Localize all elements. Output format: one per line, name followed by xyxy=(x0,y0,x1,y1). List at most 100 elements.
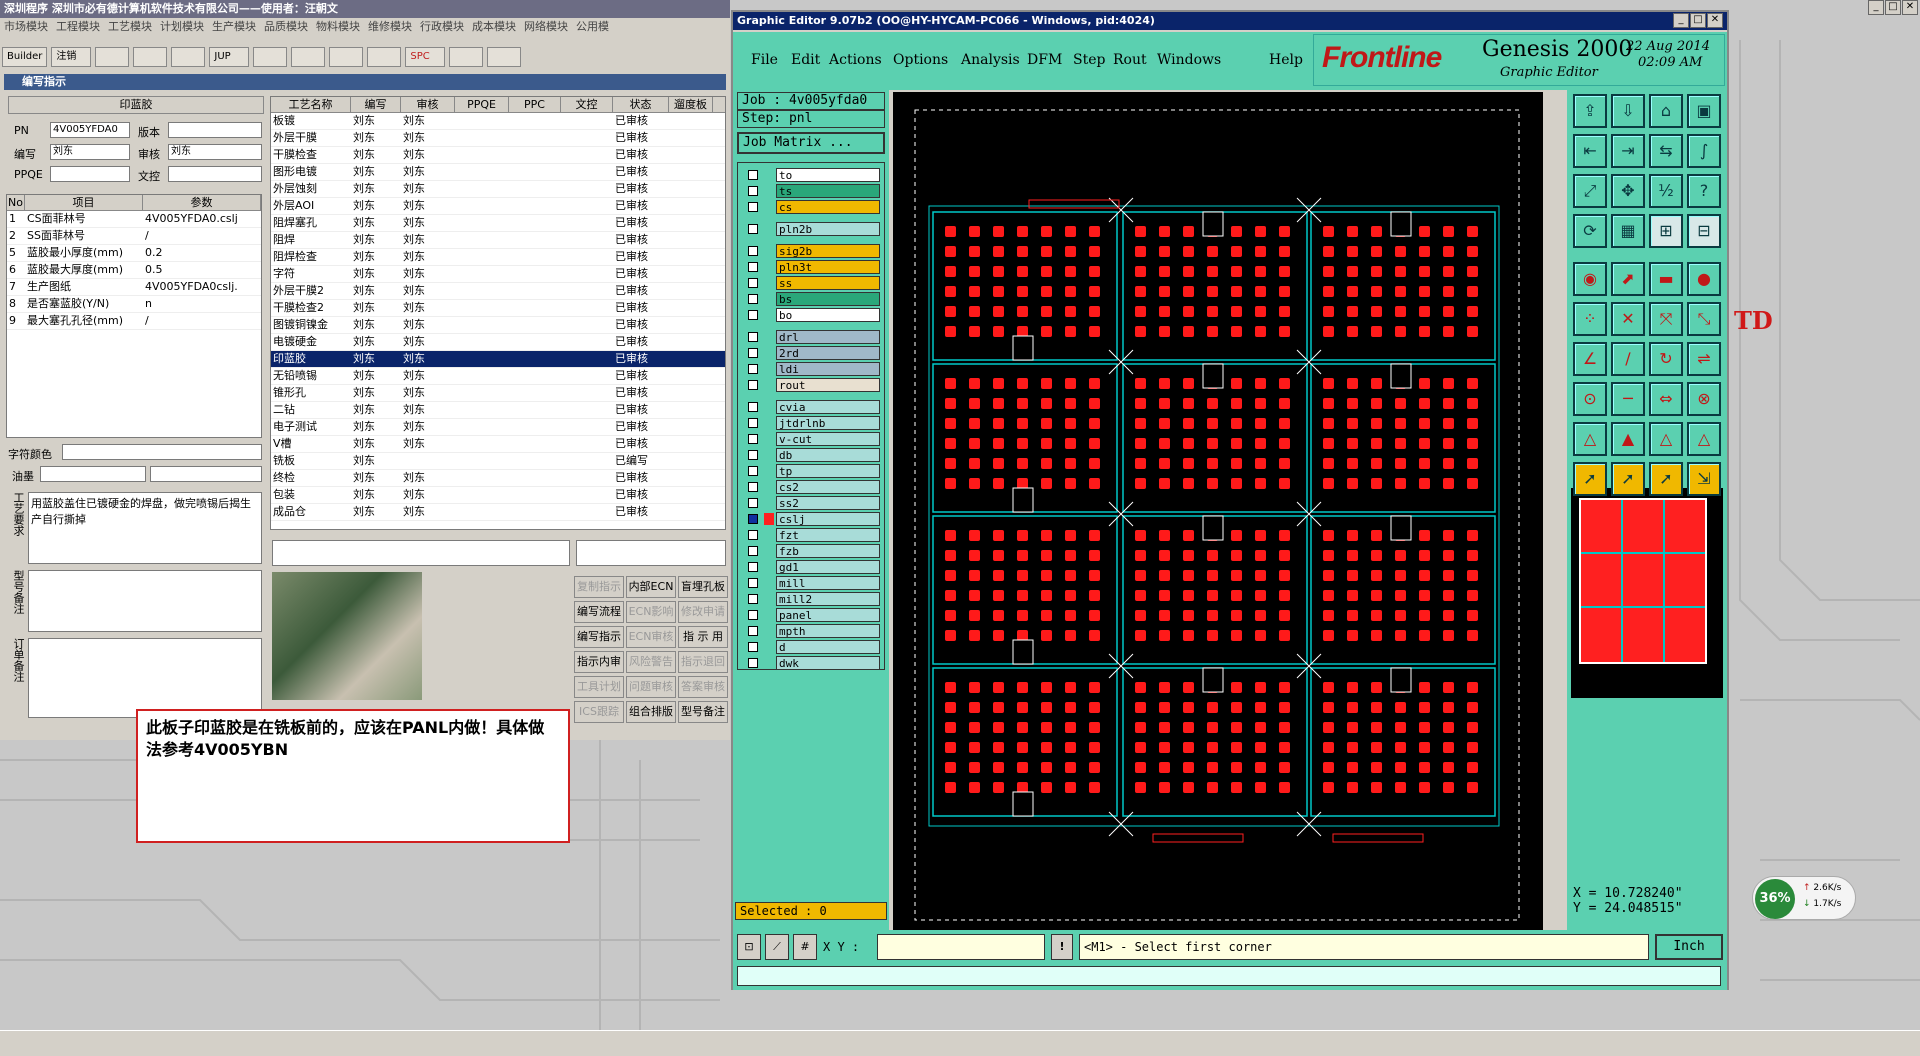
ink-field-2[interactable] xyxy=(150,466,262,482)
writer-field[interactable]: 刘东 xyxy=(50,144,130,160)
alert-icon[interactable]: ! xyxy=(1051,934,1073,960)
layer-row[interactable]: panel xyxy=(744,607,884,623)
action-button[interactable]: 型号备注 xyxy=(678,701,728,723)
tool-icon[interactable]: ⇲ xyxy=(1687,462,1721,496)
mes-menu-item[interactable]: 市场模块 xyxy=(0,18,52,36)
tool-icon[interactable]: ⬈ xyxy=(1611,262,1645,296)
tool-icon[interactable]: ⤡ xyxy=(1687,302,1721,336)
params-row[interactable]: 2 SS面菲林号 / xyxy=(7,228,261,245)
layer-checkbox[interactable] xyxy=(748,578,758,588)
layer-row[interactable]: v-cut xyxy=(744,431,884,447)
action-button[interactable]: 编写流程 xyxy=(574,601,624,623)
action-button[interactable]: ICS跟踪 xyxy=(574,701,624,723)
layer-checkbox[interactable] xyxy=(748,310,758,320)
layer-checkbox[interactable] xyxy=(748,202,758,212)
layer-row[interactable]: bo xyxy=(744,307,884,323)
action-button[interactable]: 编写指示 xyxy=(574,626,624,648)
toolbar-button[interactable]: 注销 xyxy=(51,47,92,67)
menu-rout[interactable]: Rout xyxy=(1113,52,1147,68)
process-row[interactable]: 干膜检查2 刘东 刘东 已审核 xyxy=(271,300,725,317)
maximize-button[interactable]: □ xyxy=(1690,13,1706,28)
mes-menu-item[interactable]: 行政模块 xyxy=(416,18,468,36)
action-button[interactable]: 复制指示 xyxy=(574,576,624,598)
tool-icon[interactable]: ⊗ xyxy=(1687,382,1721,416)
net-meter[interactable]: 36% ↑ 2.6K/s ↓ 1.7K/s xyxy=(1752,876,1856,920)
unit-select[interactable]: Inch xyxy=(1655,934,1723,960)
process-row[interactable]: 终检 刘东 刘东 已审核 xyxy=(271,470,725,487)
mes-menu-item[interactable]: 公用模 xyxy=(572,18,613,36)
layer-row[interactable]: ts xyxy=(744,183,884,199)
process-row[interactable]: 电子测试 刘东 刘东 已审核 xyxy=(271,419,725,436)
layer-checkbox[interactable] xyxy=(748,642,758,652)
layer-row[interactable]: to xyxy=(744,167,884,183)
ink-field[interactable] xyxy=(40,466,146,482)
doc-field[interactable] xyxy=(168,166,262,182)
params-row[interactable]: 8 是否塞蓝胶(Y/N) n xyxy=(7,296,261,313)
layer-row[interactable]: pln2b xyxy=(744,221,884,237)
layer-checkbox[interactable] xyxy=(748,224,758,234)
process-row[interactable]: 阻焊检查 刘东 刘东 已审核 xyxy=(271,249,725,266)
tool-icon[interactable]: ⊙ xyxy=(1573,382,1607,416)
tool-icon[interactable]: ∕ xyxy=(1611,342,1645,376)
process-row[interactable]: 板镀 刘东 刘东 已审核 xyxy=(271,113,725,130)
layer-checkbox[interactable] xyxy=(748,658,758,668)
action-button[interactable]: 问题审核 xyxy=(626,676,676,698)
layer-row[interactable]: fzb xyxy=(744,543,884,559)
layer-checkbox[interactable] xyxy=(748,348,758,358)
layer-checkbox[interactable] xyxy=(748,170,758,180)
tool-icon[interactable]: ✕ xyxy=(1611,302,1645,336)
layer-checkbox[interactable] xyxy=(748,562,758,572)
desk-close-button[interactable]: ✕ xyxy=(1902,0,1918,15)
layer-checkbox[interactable] xyxy=(748,594,758,604)
tool-icon[interactable]: ⌂ xyxy=(1649,94,1683,128)
layer-checkbox[interactable] xyxy=(748,610,758,620)
action-button[interactable]: ECN影响 xyxy=(626,601,676,623)
menu-dfm[interactable]: DFM xyxy=(1027,52,1062,68)
layer-checkbox[interactable] xyxy=(748,434,758,444)
pn-field[interactable]: 4V005YFDA0 xyxy=(50,122,130,138)
zoom-area-icon[interactable]: ⊡ xyxy=(737,934,761,960)
tool-icon[interactable]: △ xyxy=(1649,422,1683,456)
layer-row[interactable]: cvia xyxy=(744,399,884,415)
layer-checkbox[interactable] xyxy=(748,364,758,374)
mes-menu-item[interactable]: 物料模块 xyxy=(312,18,364,36)
params-row[interactable]: 6 蓝胶最大厚度(mm) 0.5 xyxy=(7,262,261,279)
char-color-select[interactable] xyxy=(62,444,262,460)
tool-icon[interactable]: ▲ xyxy=(1611,422,1645,456)
menu-actions[interactable]: Actions xyxy=(829,52,882,68)
mes-menu-item[interactable]: 工艺模块 xyxy=(104,18,156,36)
desk-maximize-button[interactable]: □ xyxy=(1885,0,1901,15)
process-row[interactable]: 字符 刘东 刘东 已审核 xyxy=(271,266,725,283)
layer-row[interactable]: d xyxy=(744,639,884,655)
layer-checkbox[interactable] xyxy=(748,482,758,492)
tool-icon[interactable]: ➚ xyxy=(1611,462,1645,496)
layer-row[interactable]: fzt xyxy=(744,527,884,543)
params-row[interactable]: 7 生产图纸 4V005YFDA0cslj. xyxy=(7,279,261,296)
mes-menu-item[interactable]: 网络模块 xyxy=(520,18,572,36)
layer-checkbox[interactable] xyxy=(748,514,758,524)
layer-row[interactable]: dwk xyxy=(744,655,884,671)
toolbar-button[interactable] xyxy=(449,47,484,67)
action-button[interactable]: 组合排版 xyxy=(626,701,676,723)
tool-icon[interactable]: ½ xyxy=(1649,174,1683,208)
process-row[interactable]: V槽 刘东 刘东 已审核 xyxy=(271,436,725,453)
tool-icon[interactable]: ↻ xyxy=(1649,342,1683,376)
tool-icon[interactable]: ⇥ xyxy=(1611,134,1645,168)
tool-icon[interactable]: ⟳ xyxy=(1573,214,1607,248)
toolbar-button[interactable] xyxy=(329,47,364,67)
desk-minimize-button[interactable]: _ xyxy=(1868,0,1884,15)
version-field[interactable] xyxy=(168,122,262,138)
layer-checkbox[interactable] xyxy=(748,332,758,342)
tool-icon[interactable]: ➚ xyxy=(1573,462,1607,496)
menu-options[interactable]: Options xyxy=(893,52,948,68)
layer-row[interactable]: cs2 xyxy=(744,479,884,495)
action-button[interactable]: ECN审核 xyxy=(626,626,676,648)
action-button[interactable]: 指示内审 xyxy=(574,651,624,673)
layer-checkbox[interactable] xyxy=(748,626,758,636)
toolbar-button[interactable] xyxy=(253,47,288,67)
process-row[interactable]: 成品仓 刘东 刘东 已审核 xyxy=(271,504,725,521)
layer-checkbox[interactable] xyxy=(748,278,758,288)
tool-icon[interactable]: ⇤ xyxy=(1573,134,1607,168)
ppqe-field[interactable] xyxy=(50,166,130,182)
tool-icon[interactable]: ⇔ xyxy=(1649,382,1683,416)
